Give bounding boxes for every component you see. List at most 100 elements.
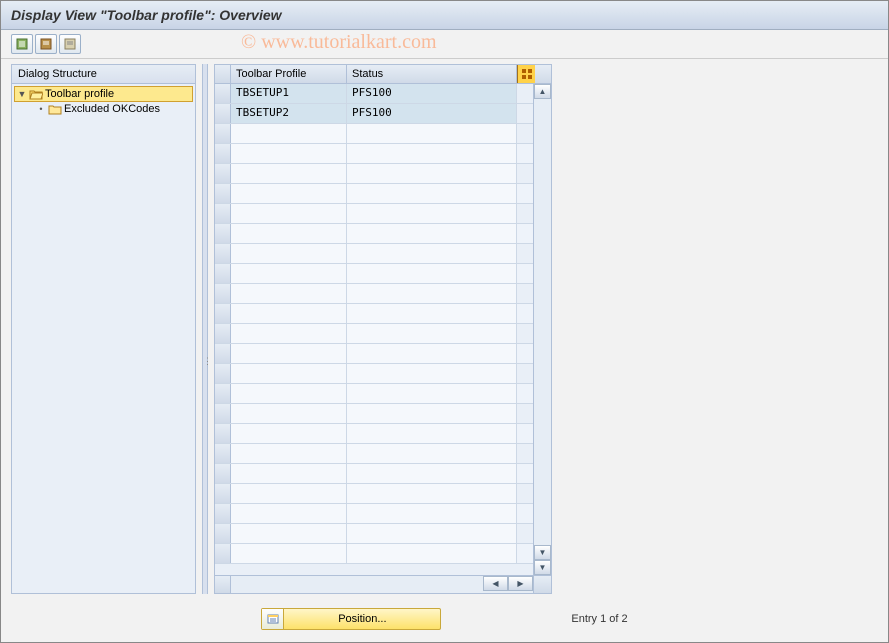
scroll-down-icon[interactable]: ▼	[534, 560, 551, 575]
tree-toggle-icon[interactable]: ▼	[17, 89, 27, 99]
vertical-scrollbar[interactable]: ▲ ▼ ▼	[533, 84, 551, 575]
cell-profile[interactable]: TBSETUP2	[231, 104, 347, 123]
cell-status[interactable]	[347, 324, 517, 343]
cell-profile[interactable]	[231, 404, 347, 423]
cell-profile[interactable]	[231, 484, 347, 503]
cell-profile[interactable]	[231, 244, 347, 263]
table-row[interactable]: TBSETUP1PFS100	[215, 84, 533, 104]
cell-status[interactable]	[347, 124, 517, 143]
detail-icon[interactable]	[11, 34, 33, 54]
cell-profile[interactable]	[231, 304, 347, 323]
cell-status[interactable]	[347, 244, 517, 263]
row-handle[interactable]	[215, 324, 231, 343]
row-handle[interactable]	[215, 384, 231, 403]
cell-profile[interactable]	[231, 444, 347, 463]
cell-profile[interactable]	[231, 344, 347, 363]
cell-status[interactable]	[347, 384, 517, 403]
column-header-profile[interactable]: Toolbar Profile	[231, 65, 347, 83]
cell-profile[interactable]	[231, 464, 347, 483]
cell-status[interactable]	[347, 524, 517, 543]
cell-status[interactable]	[347, 464, 517, 483]
horizontal-scrollbar[interactable]: ◀ ▶	[215, 575, 551, 593]
cell-status[interactable]	[347, 224, 517, 243]
cell-profile[interactable]	[231, 284, 347, 303]
row-handle[interactable]	[215, 444, 231, 463]
cell-status[interactable]	[347, 144, 517, 163]
row-handle[interactable]	[215, 184, 231, 203]
tree-node-toolbar-profile[interactable]: ▼ Toolbar profile	[14, 86, 193, 102]
scroll-track[interactable]	[534, 99, 551, 545]
row-handle[interactable]	[215, 244, 231, 263]
cell-status[interactable]	[347, 204, 517, 223]
cell-profile[interactable]	[231, 124, 347, 143]
scroll-left-icon[interactable]: ◀	[483, 576, 508, 591]
row-handle[interactable]	[215, 364, 231, 383]
table-row[interactable]	[215, 284, 533, 304]
cell-status[interactable]	[347, 264, 517, 283]
table-row[interactable]	[215, 424, 533, 444]
scroll-up-icon[interactable]: ▲	[534, 84, 551, 99]
cell-profile[interactable]	[231, 164, 347, 183]
cell-status[interactable]	[347, 504, 517, 523]
row-handle[interactable]	[215, 524, 231, 543]
row-handle[interactable]	[215, 124, 231, 143]
cell-status[interactable]	[347, 304, 517, 323]
cell-status[interactable]	[347, 484, 517, 503]
table-row[interactable]	[215, 224, 533, 244]
cell-profile[interactable]	[231, 184, 347, 203]
cell-profile[interactable]	[231, 424, 347, 443]
table-row[interactable]	[215, 204, 533, 224]
row-handle[interactable]	[215, 224, 231, 243]
row-handle[interactable]	[215, 84, 231, 103]
row-handle[interactable]	[215, 204, 231, 223]
cell-status[interactable]	[347, 424, 517, 443]
table-row[interactable]: TBSETUP2PFS100	[215, 104, 533, 124]
row-handle[interactable]	[215, 484, 231, 503]
row-handle[interactable]	[215, 284, 231, 303]
cell-profile[interactable]	[231, 544, 347, 563]
cell-status[interactable]: PFS100	[347, 104, 517, 123]
cell-status[interactable]	[347, 344, 517, 363]
table-row[interactable]	[215, 324, 533, 344]
cell-status[interactable]	[347, 544, 517, 563]
row-handle[interactable]	[215, 404, 231, 423]
row-handle[interactable]	[215, 424, 231, 443]
row-handle[interactable]	[215, 104, 231, 123]
cell-status[interactable]	[347, 184, 517, 203]
row-handle[interactable]	[215, 264, 231, 283]
table-row[interactable]	[215, 124, 533, 144]
cell-profile[interactable]	[231, 324, 347, 343]
table-row[interactable]	[215, 444, 533, 464]
scroll-right-icon[interactable]: ▶	[508, 576, 533, 591]
table-row[interactable]	[215, 484, 533, 504]
collapse-icon[interactable]	[59, 34, 81, 54]
row-handle[interactable]	[215, 504, 231, 523]
row-handle[interactable]	[215, 464, 231, 483]
table-row[interactable]	[215, 404, 533, 424]
row-handle[interactable]	[215, 544, 231, 563]
table-row[interactable]	[215, 524, 533, 544]
cell-status[interactable]	[347, 284, 517, 303]
cell-status[interactable]	[347, 164, 517, 183]
cell-status[interactable]	[347, 364, 517, 383]
table-row[interactable]	[215, 384, 533, 404]
column-header-status[interactable]: Status	[347, 65, 517, 83]
table-row[interactable]	[215, 504, 533, 524]
cell-status[interactable]	[347, 404, 517, 423]
cell-profile[interactable]	[231, 524, 347, 543]
cell-status[interactable]: PFS100	[347, 84, 517, 103]
table-config-icon[interactable]	[517, 65, 535, 83]
table-row[interactable]	[215, 164, 533, 184]
splitter-handle[interactable]	[202, 64, 208, 594]
scroll-down-icon[interactable]: ▼	[534, 545, 551, 560]
cell-status[interactable]	[347, 444, 517, 463]
table-row[interactable]	[215, 244, 533, 264]
row-handle[interactable]	[215, 344, 231, 363]
expand-icon[interactable]	[35, 34, 57, 54]
table-row[interactable]	[215, 344, 533, 364]
hscroll-track[interactable]	[231, 576, 483, 593]
cell-profile[interactable]	[231, 224, 347, 243]
cell-profile[interactable]	[231, 504, 347, 523]
tree-node-excluded-okcodes[interactable]: • Excluded OKCodes	[34, 102, 193, 116]
table-row[interactable]	[215, 304, 533, 324]
